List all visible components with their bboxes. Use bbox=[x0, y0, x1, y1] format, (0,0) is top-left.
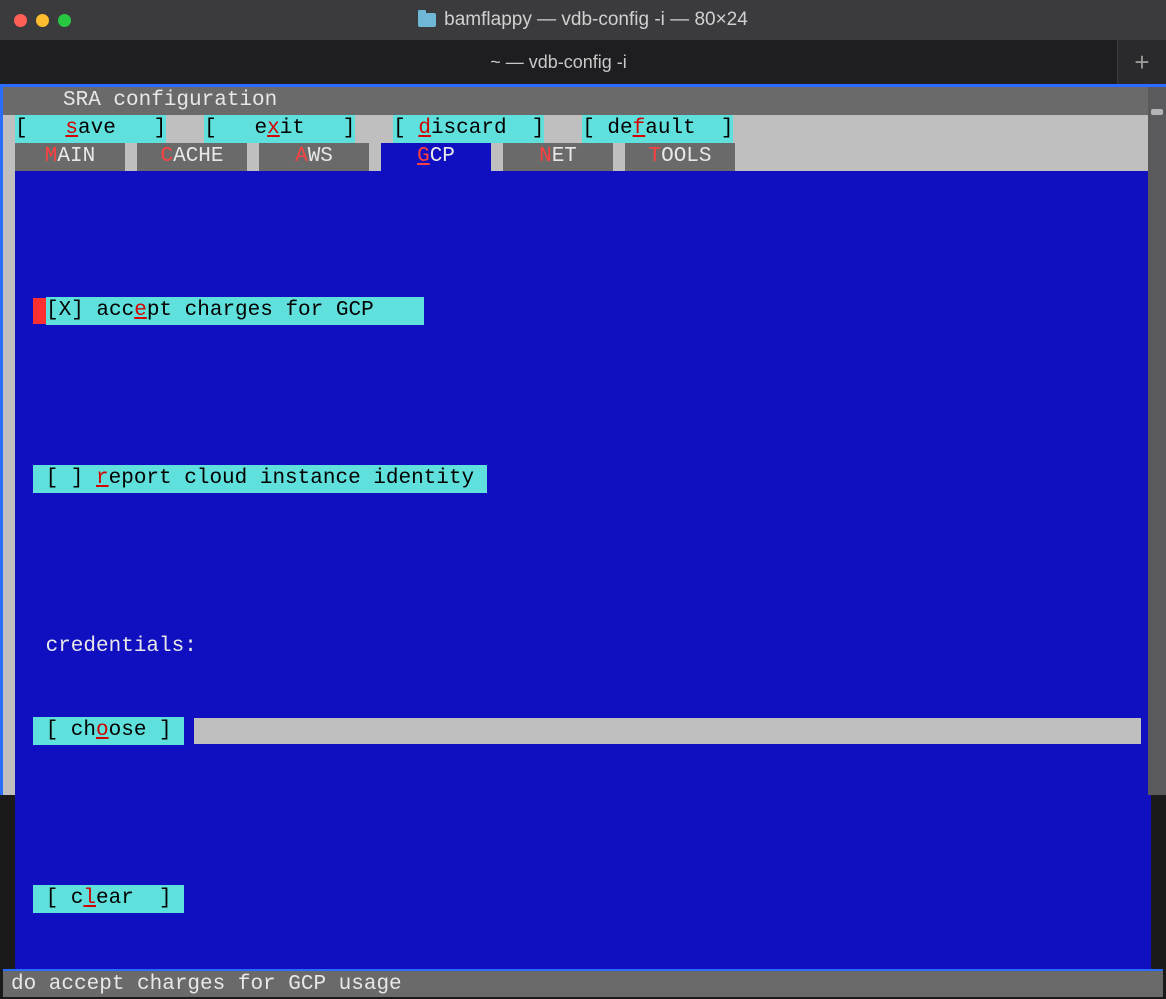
tab-hotkey: T bbox=[648, 145, 661, 168]
close-icon[interactable] bbox=[14, 14, 27, 27]
traffic-lights bbox=[14, 14, 71, 27]
tab-label: WS bbox=[308, 145, 333, 168]
report-identity-checkbox[interactable]: [ ] report cloud instance identity bbox=[15, 465, 1151, 493]
tab-main[interactable]: MAIN bbox=[15, 143, 125, 171]
tab-hotkey: C bbox=[160, 145, 173, 168]
tab-gcp[interactable]: GCP bbox=[381, 143, 491, 171]
minimize-icon[interactable] bbox=[36, 14, 49, 27]
window-title: bamflappy — vdb-config -i — 80×24 bbox=[0, 6, 1166, 34]
tab-label: AIN bbox=[57, 145, 95, 168]
tab-hotkey: G bbox=[417, 145, 430, 168]
terminal-content: SRA configuration [ save ] [ exit ] [ di… bbox=[0, 84, 1166, 795]
accept-charges-checkbox[interactable]: [X] accept charges for GCP bbox=[15, 297, 1151, 325]
credentials-row: [ choose ] bbox=[15, 717, 1151, 745]
clear-button[interactable]: [ clear ] bbox=[33, 885, 184, 913]
cursor-icon bbox=[33, 298, 46, 324]
zoom-icon[interactable] bbox=[58, 14, 71, 27]
tab-label: CP bbox=[430, 145, 455, 168]
tab-tools[interactable]: TOOLS bbox=[625, 143, 735, 171]
tab-hotkey: A bbox=[295, 145, 308, 168]
titlebar: bamflappy — vdb-config -i — 80×24 bbox=[0, 0, 1166, 40]
new-tab-button[interactable]: + bbox=[1118, 40, 1166, 84]
clear-row: [ clear ] bbox=[15, 885, 1151, 913]
tab-label: ET bbox=[552, 145, 577, 168]
choose-button[interactable]: [ choose ] bbox=[33, 717, 184, 745]
tab-hotkey: M bbox=[45, 145, 58, 168]
scrollbar-thumb[interactable] bbox=[1151, 109, 1163, 115]
window-title-text: bamflappy — vdb-config -i — 80×24 bbox=[444, 6, 748, 34]
exit-button[interactable]: [ exit ] bbox=[204, 115, 355, 143]
terminal-tabbar: ~ — vdb-config -i + bbox=[0, 40, 1166, 84]
save-button[interactable]: [ save ] bbox=[15, 115, 166, 143]
terminal-tab-label: ~ — vdb-config -i bbox=[490, 48, 627, 76]
gcp-panel: [X] accept charges for GCP [ ] report cl… bbox=[15, 171, 1151, 969]
tab-hotkey: N bbox=[539, 145, 552, 168]
folder-icon bbox=[418, 13, 436, 27]
tab-cache[interactable]: CACHE bbox=[137, 143, 247, 171]
default-button[interactable]: [ default ] bbox=[582, 115, 733, 143]
terminal-tab[interactable]: ~ — vdb-config -i bbox=[0, 40, 1118, 84]
app-header: SRA configuration bbox=[3, 87, 1163, 115]
scrollbar[interactable] bbox=[1148, 87, 1166, 795]
tab-label: OOLS bbox=[661, 145, 711, 168]
discard-button[interactable]: [ discard ] bbox=[393, 115, 544, 143]
config-tab-row: MAIN CACHE AWS GCP NET TOOLS bbox=[3, 143, 1163, 171]
tab-aws[interactable]: AWS bbox=[259, 143, 369, 171]
button-row: [ save ] [ exit ] [ discard ] [ default … bbox=[3, 115, 1163, 143]
tab-net[interactable]: NET bbox=[503, 143, 613, 171]
tab-label: ACHE bbox=[173, 145, 223, 168]
credentials-path-input[interactable] bbox=[194, 718, 1141, 744]
status-bar: do accept charges for GCP usage bbox=[3, 969, 1163, 997]
credentials-label: credentials: bbox=[15, 633, 1151, 661]
